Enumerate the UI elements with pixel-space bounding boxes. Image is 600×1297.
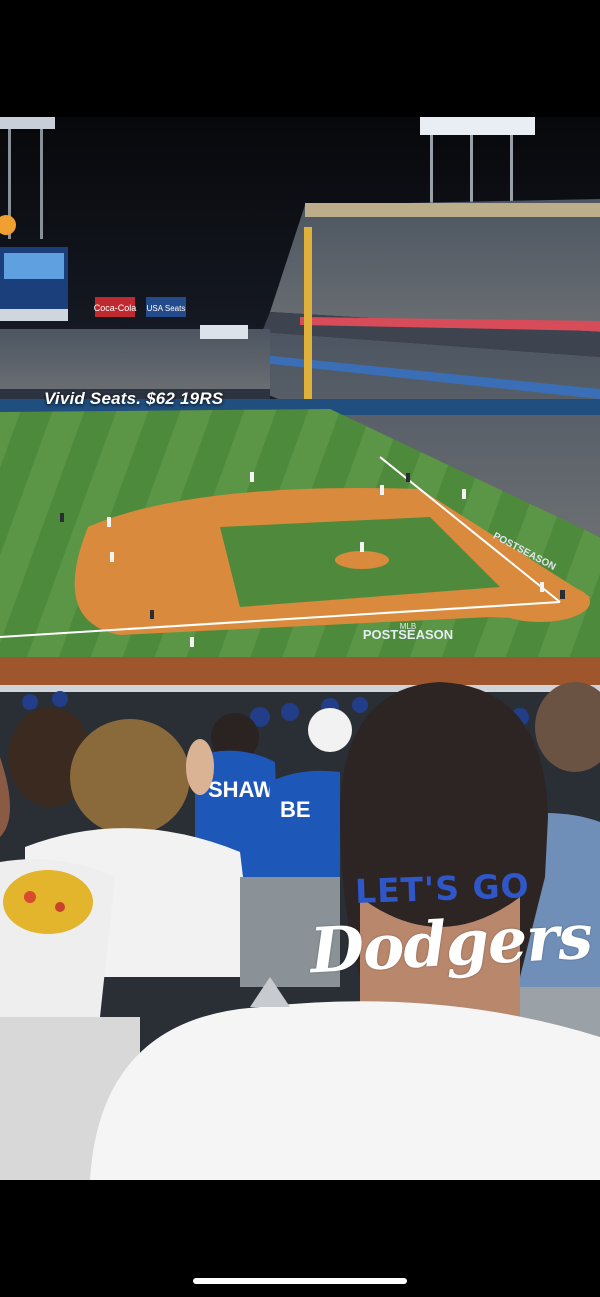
dodgers-sticker: Dodgers <box>308 899 594 988</box>
stadium-scene: Coca-Cola USA Seats POSTSEASON MLB POSTS… <box>0 117 600 1180</box>
jersey-shaw-text: SHAW <box>208 777 274 802</box>
ad-right-text: USA Seats <box>147 304 186 313</box>
mlb-field-logo: MLB <box>400 622 416 631</box>
food-bag <box>0 859 115 1017</box>
story-caption: Vivid Seats. $62 19RS <box>44 389 224 408</box>
pitchers-mound <box>335 551 389 569</box>
ad-left-text: Coca-Cola <box>94 303 137 313</box>
story-photo: Coca-Cola USA Seats POSTSEASON MLB POSTS… <box>0 117 600 1180</box>
jersey-be-text: BE <box>280 797 311 822</box>
home-indicator[interactable] <box>193 1278 407 1284</box>
